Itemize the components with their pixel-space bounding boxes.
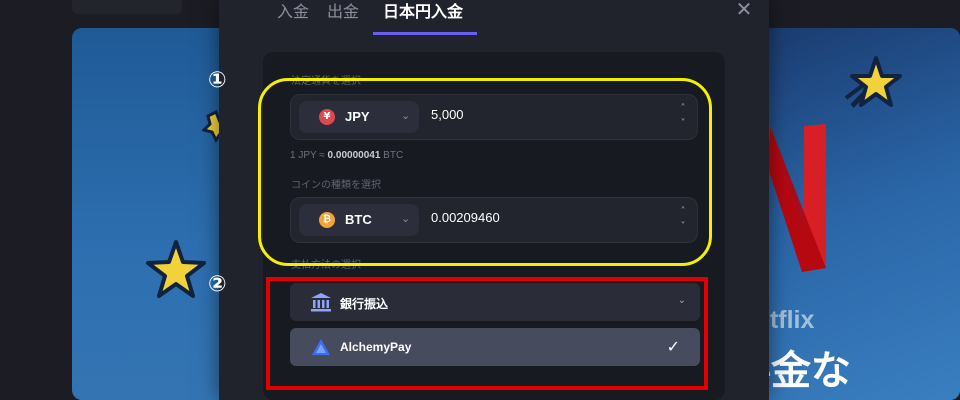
highlight-box-payment	[266, 277, 708, 390]
step-marker-1: ①	[208, 68, 227, 93]
star-decoration-right	[844, 56, 902, 108]
highlight-box-currency	[258, 78, 712, 266]
star-decoration-left	[146, 240, 206, 298]
tab-withdraw[interactable]: 出金	[327, 0, 367, 32]
modal-tabs: 入金 出金 日本円入金	[277, 0, 487, 36]
tab-deposit[interactable]: 入金	[277, 0, 317, 32]
step-marker-2: ②	[208, 272, 227, 297]
background-topbar	[72, 0, 182, 14]
tab-jpy-deposit[interactable]: 日本円入金	[373, 0, 478, 35]
close-icon[interactable]: ✕	[733, 0, 755, 22]
